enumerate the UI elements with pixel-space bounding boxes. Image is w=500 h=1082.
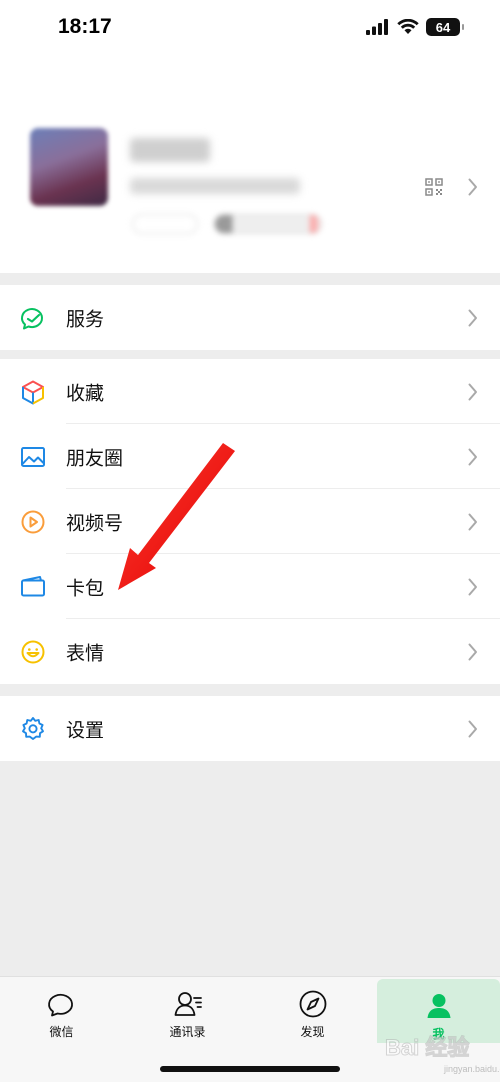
menu-item-channels[interactable]: 视频号 <box>0 489 500 554</box>
tab-label: 微信 <box>49 1025 74 1039</box>
status-time: 18:17 <box>58 15 112 38</box>
menu-item-label: 视频号 <box>66 512 124 534</box>
home-indicator <box>160 1066 340 1072</box>
channels-play-icon <box>21 510 45 533</box>
sticker-smile-icon <box>21 640 45 663</box>
settings-group: 设置 <box>0 696 500 761</box>
qr-code-icon[interactable] <box>425 178 443 196</box>
status-icons: 64 <box>366 18 464 36</box>
tab-discover[interactable]: 发现 <box>251 977 374 1052</box>
menu-item-label: 收藏 <box>66 382 105 404</box>
favorites-cube-icon <box>22 380 44 404</box>
menu-item-label: 服务 <box>66 308 105 330</box>
battery-level: 64 <box>435 19 451 35</box>
menu-item-stickers[interactable]: 表情 <box>0 619 500 684</box>
blurred-status-button[interactable] <box>132 214 198 234</box>
menu-item-settings[interactable]: 设置 <box>0 696 500 761</box>
blurred-wechat-id <box>130 178 300 194</box>
menu-item-services[interactable]: 服务 <box>0 285 500 350</box>
avatar[interactable] <box>30 128 108 206</box>
menu-item-label: 卡包 <box>66 577 105 599</box>
menu-item-favorites[interactable]: 收藏 <box>0 359 500 424</box>
menu-item-label: 表情 <box>66 642 105 664</box>
chevron-right-icon <box>468 448 477 465</box>
me-person-icon <box>427 994 450 1018</box>
blurred-friends-status[interactable] <box>214 214 322 234</box>
chevron-right-icon <box>468 383 477 400</box>
settings-gear-icon <box>22 716 44 740</box>
menu-item-label: 朋友圈 <box>66 447 124 469</box>
status-bar: 18:17 64 <box>0 0 500 60</box>
moments-image-icon <box>21 446 45 467</box>
services-icon <box>21 307 43 329</box>
chevron-right-icon <box>468 178 477 196</box>
chevron-right-icon <box>468 720 477 737</box>
services-group: 服务 <box>0 285 500 350</box>
chat-bubble-icon <box>47 993 73 1017</box>
menu-item-cards[interactable]: 卡包 <box>0 554 500 619</box>
battery-indicator: 64 <box>426 18 464 36</box>
watermark: Bai 经验 <box>384 1035 470 1061</box>
watermark-url: jingyan.baidu.com <box>444 1064 500 1074</box>
tab-chats[interactable]: 微信 <box>0 977 123 1052</box>
chevron-right-icon <box>468 643 477 660</box>
profile-header[interactable] <box>0 60 500 273</box>
menu-item-label: 设置 <box>66 719 105 741</box>
card-wallet-icon <box>21 575 45 596</box>
chevron-right-icon <box>468 513 477 530</box>
contacts-icon <box>174 992 202 1016</box>
wifi-icon <box>397 19 419 34</box>
tab-label: 通讯录 <box>169 1025 206 1039</box>
menu-item-moments[interactable]: 朋友圈 <box>0 424 500 489</box>
chevron-right-icon <box>468 578 477 595</box>
tab-label: 发现 <box>300 1025 325 1039</box>
cellular-signal-icon <box>366 19 388 35</box>
blurred-nickname <box>130 138 210 162</box>
chevron-right-icon <box>468 309 477 326</box>
compass-icon <box>299 990 326 1018</box>
tab-contacts[interactable]: 通讯录 <box>126 977 249 1052</box>
main-menu-group: 收藏 朋友圈 视频号 卡包 表情 <box>0 359 500 684</box>
